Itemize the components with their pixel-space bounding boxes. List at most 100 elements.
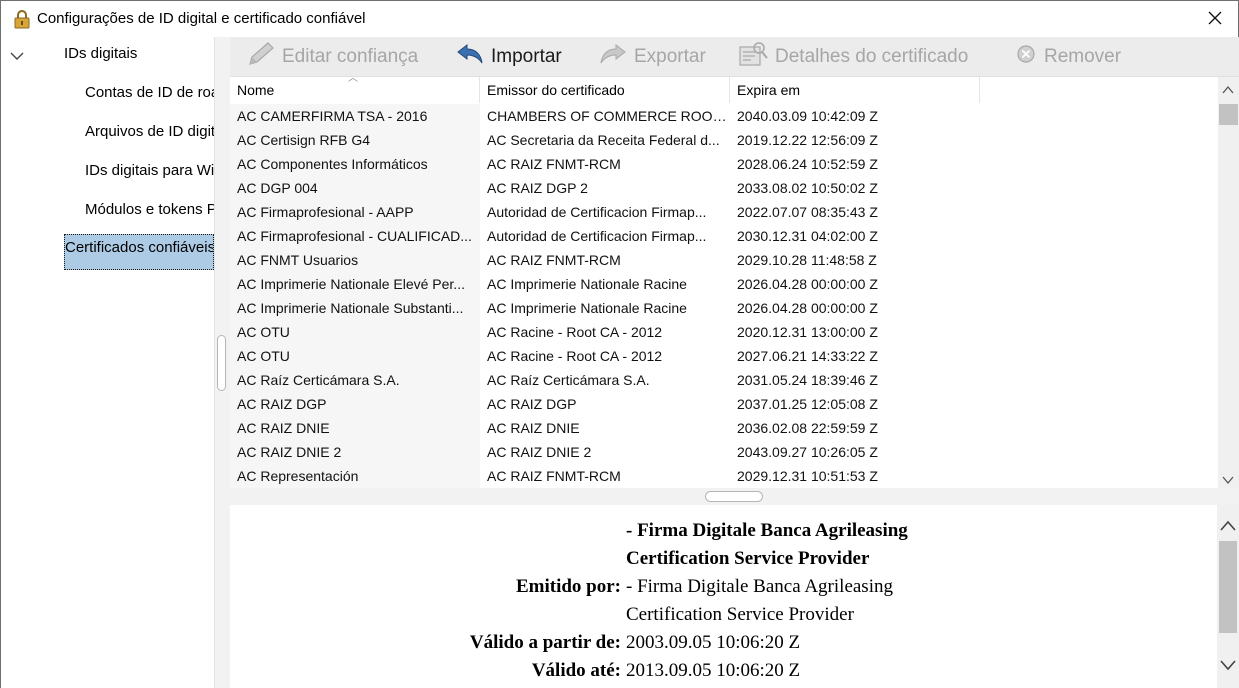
remove-icon bbox=[1014, 42, 1044, 72]
dialog-window: Configurações de ID digital e certificad… bbox=[0, 0, 1239, 688]
cell-name: AC RAIZ DNIE 2 bbox=[230, 440, 480, 464]
table-header: ︿ Nome Emissor do certificado Expira em bbox=[230, 77, 1218, 103]
cell-expires: 2026.04.28 00:00:00 Z bbox=[737, 276, 878, 292]
cell-name: AC Raíz Certicámara S.A. bbox=[230, 368, 480, 392]
column-header-expires[interactable]: Expira em bbox=[730, 77, 980, 103]
detail-issued-by-line2: Certification Service Provider bbox=[230, 601, 1217, 629]
title-bar: Configurações de ID digital e certificad… bbox=[1, 1, 1238, 37]
cell-name: AC Representación bbox=[230, 464, 480, 488]
cell-expires: 2019.12.22 12:56:09 Z bbox=[737, 132, 878, 148]
nav-item-pkcs11-modules[interactable]: Módulos e tokens PKCS#11 bbox=[85, 201, 214, 221]
nav-item-roaming-accounts[interactable]: Contas de ID de roaming bbox=[85, 84, 214, 104]
lock-icon bbox=[12, 9, 32, 29]
details-scroll-thumb[interactable] bbox=[1219, 541, 1237, 633]
window-title: Configurações de ID digital e certificad… bbox=[37, 10, 366, 27]
cell-expires: 2026.04.28 00:00:00 Z bbox=[737, 300, 878, 316]
chevron-down-icon[interactable] bbox=[9, 49, 25, 61]
cell-name: AC Firmaprofesional - AAPP bbox=[230, 200, 480, 224]
vertical-splitter[interactable] bbox=[214, 37, 230, 688]
cell-name: AC CAMERFIRMA TSA - 2016 bbox=[230, 104, 480, 128]
cell-expires: 2031.05.24 18:39:46 Z bbox=[737, 372, 878, 388]
cell-issuer: Autoridad de Certificacion Firmap... bbox=[487, 228, 707, 244]
export-label: Exportar bbox=[634, 46, 706, 67]
cell-name: AC OTU bbox=[230, 344, 480, 368]
close-icon bbox=[1208, 11, 1222, 28]
cell-name: AC Certisign RFB G4 bbox=[230, 128, 480, 152]
cell-expires: 2029.12.31 10:51:53 Z bbox=[737, 468, 878, 484]
column-header-issuer[interactable]: Emissor do certificado bbox=[480, 77, 730, 103]
nav-item-trusted-certificates[interactable]: Certificados confiáveis bbox=[64, 234, 214, 270]
splitter-grip-icon[interactable] bbox=[705, 491, 763, 502]
detail-valid-from: Válido a partir de: 2003.09.05 10:06:20 … bbox=[230, 629, 1217, 657]
table-row[interactable]: AC RAIZ DNIE AC RAIZ DNIE 2036.02.08 22:59… bbox=[230, 416, 1218, 440]
table-row[interactable]: AC RAIZ DGP AC RAIZ DGP 2037.01.25 12:05:0… bbox=[230, 392, 1218, 416]
cell-issuer: AC Secretaria da Receita Federal d... bbox=[487, 132, 720, 148]
cell-issuer: AC RAIZ DGP 2 bbox=[487, 180, 588, 196]
edit-trust-button[interactable]: Editar confiança bbox=[246, 37, 418, 77]
cell-name: AC Firmaprofesional - CUALIFICAD... bbox=[230, 224, 480, 248]
table-row[interactable]: AC Firmaprofesional - AAPP Autoridad de C… bbox=[230, 200, 1218, 224]
table-row[interactable]: AC OTU AC Racine - Root CA - 2012 2027.06.… bbox=[230, 344, 1218, 368]
column-header-name-label: Nome bbox=[237, 82, 275, 98]
toolbar: Editar confiança Importar Exportar Detal… bbox=[230, 37, 1239, 77]
nav-item-digital-ids[interactable]: IDs digitais bbox=[64, 45, 214, 65]
nav-tree: IDs digitais Contas de ID de roaming Arq… bbox=[1, 37, 214, 688]
cell-expires: 2028.06.24 10:52:59 Z bbox=[737, 156, 878, 172]
cell-issuer: AC RAIZ DNIE 2 bbox=[487, 444, 592, 460]
remove-button[interactable]: Remover bbox=[1014, 37, 1121, 77]
cell-name: AC DGP 004 bbox=[230, 176, 480, 200]
table-row[interactable]: AC Representación AC RAIZ FNMT-RCM 2029.12… bbox=[230, 464, 1218, 488]
table-row[interactable]: AC Imprimerie Nationale Elevé Per... AC I… bbox=[230, 272, 1218, 296]
pen-icon bbox=[246, 41, 282, 73]
scroll-up-icon[interactable] bbox=[1222, 82, 1234, 98]
cell-issuer: AC Racine - Root CA - 2012 bbox=[487, 348, 663, 364]
edit-trust-label: Editar confiança bbox=[282, 46, 419, 67]
cell-name: AC RAIZ DNIE bbox=[230, 416, 480, 440]
close-button[interactable] bbox=[1192, 1, 1238, 37]
table-row[interactable]: AC Certisign RFB G4 AC Secretaria da Rece… bbox=[230, 128, 1218, 152]
detail-subject-line1: - Firma Digitale Banca Agrileasing bbox=[230, 517, 1217, 545]
cell-issuer: Autoridad de Certificacion Firmap... bbox=[487, 204, 707, 220]
scroll-down-icon[interactable] bbox=[1222, 472, 1234, 488]
certificates-table: ︿ Nome Emissor do certificado Expira em … bbox=[230, 77, 1218, 488]
horizontal-splitter[interactable] bbox=[230, 488, 1239, 505]
table-row[interactable]: AC RAIZ DNIE 2 AC RAIZ DNIE 2 2043.09.27 1… bbox=[230, 440, 1218, 464]
remove-label: Remover bbox=[1044, 46, 1122, 67]
cell-issuer: AC Raíz Certicámara S.A. bbox=[487, 372, 650, 388]
table-row[interactable]: AC FNMT Usuarios AC RAIZ FNMT-RCM 2029.10.… bbox=[230, 248, 1218, 272]
table-scroll-thumb[interactable] bbox=[1219, 104, 1238, 125]
issued-by-value-line1: - Firma Digitale Banca Agrileasing bbox=[626, 576, 893, 597]
cell-name: AC FNMT Usuarios bbox=[230, 248, 480, 272]
import-button[interactable]: Importar bbox=[455, 37, 562, 77]
export-button[interactable]: Exportar bbox=[598, 37, 706, 77]
table-row[interactable]: AC CAMERFIRMA TSA - 2016 CHAMBERS OF COMM… bbox=[230, 104, 1218, 128]
table-row[interactable]: AC Raíz Certicámara S.A. AC Raíz Certicám… bbox=[230, 368, 1218, 392]
scroll-up-icon[interactable] bbox=[1220, 519, 1236, 535]
table-row[interactable]: AC Firmaprofesional - CUALIFICAD... Autor… bbox=[230, 224, 1218, 248]
splitter-grip-icon[interactable] bbox=[217, 335, 226, 391]
nav-item-windows-ids[interactable]: IDs digitais para Windows bbox=[85, 162, 214, 182]
cell-expires: 2022.07.07 08:35:43 Z bbox=[737, 204, 878, 220]
cell-issuer: AC RAIZ DGP bbox=[487, 396, 577, 412]
cell-name: AC RAIZ DGP bbox=[230, 392, 480, 416]
issued-by-label: Emitido por: bbox=[515, 576, 621, 597]
import-arrow-icon bbox=[455, 41, 491, 73]
table-scrollbar[interactable] bbox=[1218, 77, 1239, 488]
detail-valid-to: Válido até: 2013.09.05 10:06:20 Z bbox=[230, 657, 1217, 685]
cell-issuer: AC RAIZ FNMT-RCM bbox=[487, 156, 621, 172]
details-scrollbar[interactable] bbox=[1217, 505, 1239, 688]
table-row[interactable]: AC Componentes Informáticos AC RAIZ FNMT-… bbox=[230, 152, 1218, 176]
table-row[interactable]: AC Imprimerie Nationale Substanti... AC I… bbox=[230, 296, 1218, 320]
column-header-name[interactable]: ︿ Nome bbox=[230, 77, 480, 103]
table-row[interactable]: AC DGP 004 AC RAIZ DGP 2 2033.08.02 10:50:… bbox=[230, 176, 1218, 200]
certificate-details-button[interactable]: Detalhes do certificado bbox=[737, 37, 968, 77]
nav-item-id-files[interactable]: Arquivos de ID digital bbox=[85, 123, 214, 143]
scroll-down-icon[interactable] bbox=[1220, 658, 1236, 674]
cell-expires: 2029.10.28 11:48:58 Z bbox=[737, 252, 877, 268]
table-row[interactable]: AC OTU AC Racine - Root CA - 2012 2020.12.… bbox=[230, 320, 1218, 344]
certificate-details-label: Detalhes do certificado bbox=[775, 46, 969, 67]
cell-expires: 2027.06.21 14:33:22 Z bbox=[737, 348, 878, 364]
sort-ascending-icon: ︿ bbox=[348, 77, 358, 84]
cell-expires: 2020.12.31 13:00:00 Z bbox=[737, 324, 878, 340]
valid-to-label: Válido até: bbox=[531, 660, 621, 681]
